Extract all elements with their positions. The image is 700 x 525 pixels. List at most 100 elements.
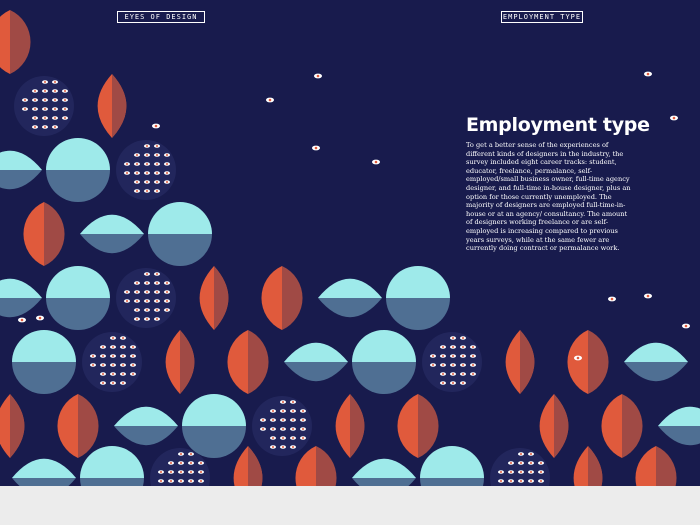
leaf-right — [418, 394, 439, 458]
eye-pupil — [126, 172, 128, 174]
eye-pupil — [302, 437, 304, 439]
eye-pupil — [200, 462, 202, 464]
eye-top-half — [12, 330, 76, 362]
eye-pupil — [112, 337, 114, 339]
eye-pupil — [530, 462, 532, 464]
eye-pupil — [272, 446, 274, 448]
eye-pupil — [132, 364, 134, 366]
eye-pupil — [156, 300, 158, 302]
eye-pupil — [34, 90, 36, 92]
eye-pupil — [180, 453, 182, 455]
leaf-right — [588, 330, 609, 394]
eye-pupil — [282, 446, 284, 448]
lens-cap — [624, 342, 688, 362]
eye-pupil — [122, 364, 124, 366]
eye-pupil — [530, 453, 532, 455]
single-leaf-shade — [112, 74, 127, 138]
eye-pupil — [136, 282, 138, 284]
eye-pupil — [282, 410, 284, 412]
floating-eye-pupil — [316, 74, 320, 78]
eye-top-half — [182, 394, 246, 426]
eye-pupil — [156, 273, 158, 275]
eye-pupil — [102, 382, 104, 384]
eye-pupil — [156, 318, 158, 320]
leaf-right — [248, 330, 269, 394]
eye-pupil — [200, 480, 202, 482]
section-label-right: EMPLOYMENT TYPE — [501, 11, 583, 23]
eye-pupil — [272, 428, 274, 430]
eye-pupil — [540, 471, 542, 473]
floating-eye-pupil — [20, 318, 24, 322]
eye-pupil — [200, 471, 202, 473]
eye-pupil — [146, 291, 148, 293]
eye-pupil — [54, 90, 56, 92]
eye-pupil — [190, 480, 192, 482]
leaf-right — [316, 446, 337, 486]
eye-bottom-half — [80, 478, 144, 486]
eye-pupil — [132, 346, 134, 348]
eye-pupil — [472, 364, 474, 366]
eye-pupil — [462, 364, 464, 366]
eye-pupil — [146, 309, 148, 311]
floating-eye-pupil — [610, 297, 614, 301]
eye-pupil — [102, 364, 104, 366]
eye-pupil — [132, 373, 134, 375]
eye-pupil — [442, 355, 444, 357]
eye-pupil — [520, 462, 522, 464]
eye-pupil — [442, 346, 444, 348]
eye-pupil — [136, 154, 138, 156]
floating-eye-pupil — [374, 160, 378, 164]
eye-pupil — [136, 291, 138, 293]
eye-pupil — [472, 373, 474, 375]
lens-cap — [658, 406, 700, 426]
eye-pupil — [510, 471, 512, 473]
eye-pupil — [442, 364, 444, 366]
leaf-right — [10, 10, 31, 74]
eye-pupil — [272, 419, 274, 421]
eye-pupil — [156, 282, 158, 284]
eye-top-half — [386, 266, 450, 298]
eye-pupil — [452, 373, 454, 375]
eye-pupil — [166, 300, 168, 302]
eye-pupil — [24, 99, 26, 101]
floating-eye-pupil — [672, 116, 676, 120]
eye-pupil — [500, 480, 502, 482]
leaf-right — [44, 202, 65, 266]
eye-top-half — [46, 266, 110, 298]
floating-eye-pupil — [646, 294, 650, 298]
eye-top-half — [46, 138, 110, 170]
eye-pupil — [520, 471, 522, 473]
eye-pupil — [44, 126, 46, 128]
lens-cap — [80, 214, 144, 234]
eye-pupil — [112, 382, 114, 384]
eye-bottom-half — [46, 170, 110, 202]
leaf-left — [0, 10, 10, 74]
eye-pupil — [452, 337, 454, 339]
eye-pupil — [54, 108, 56, 110]
eye-pupil — [282, 428, 284, 430]
section-label-left: EYES OF DESIGN — [117, 11, 205, 23]
eye-pupil — [122, 382, 124, 384]
eye-pupil — [262, 428, 264, 430]
leaf-left — [635, 446, 656, 486]
eye-pupil — [462, 346, 464, 348]
eye-pupil — [160, 480, 162, 482]
eye-pupil — [112, 346, 114, 348]
eye-pupil — [282, 401, 284, 403]
eye-pupil — [102, 373, 104, 375]
lens-cap — [284, 342, 348, 362]
eye-pupil — [156, 181, 158, 183]
floating-eye-pupil — [646, 72, 650, 76]
eye-pupil — [462, 355, 464, 357]
magazine-spread: EYES OF DESIGN EMPLOYMENT TYPE Employmen… — [0, 0, 700, 486]
eye-pupil — [146, 282, 148, 284]
eye-pupil — [122, 355, 124, 357]
eye-pupil — [302, 419, 304, 421]
eye-bottom-half — [420, 478, 484, 486]
eye-pupil — [146, 163, 148, 165]
floating-eye-pupil — [268, 98, 272, 102]
eye-pupil — [92, 355, 94, 357]
eye-pupil — [166, 181, 168, 183]
leaf-right — [656, 446, 677, 486]
eye-pupil — [520, 453, 522, 455]
